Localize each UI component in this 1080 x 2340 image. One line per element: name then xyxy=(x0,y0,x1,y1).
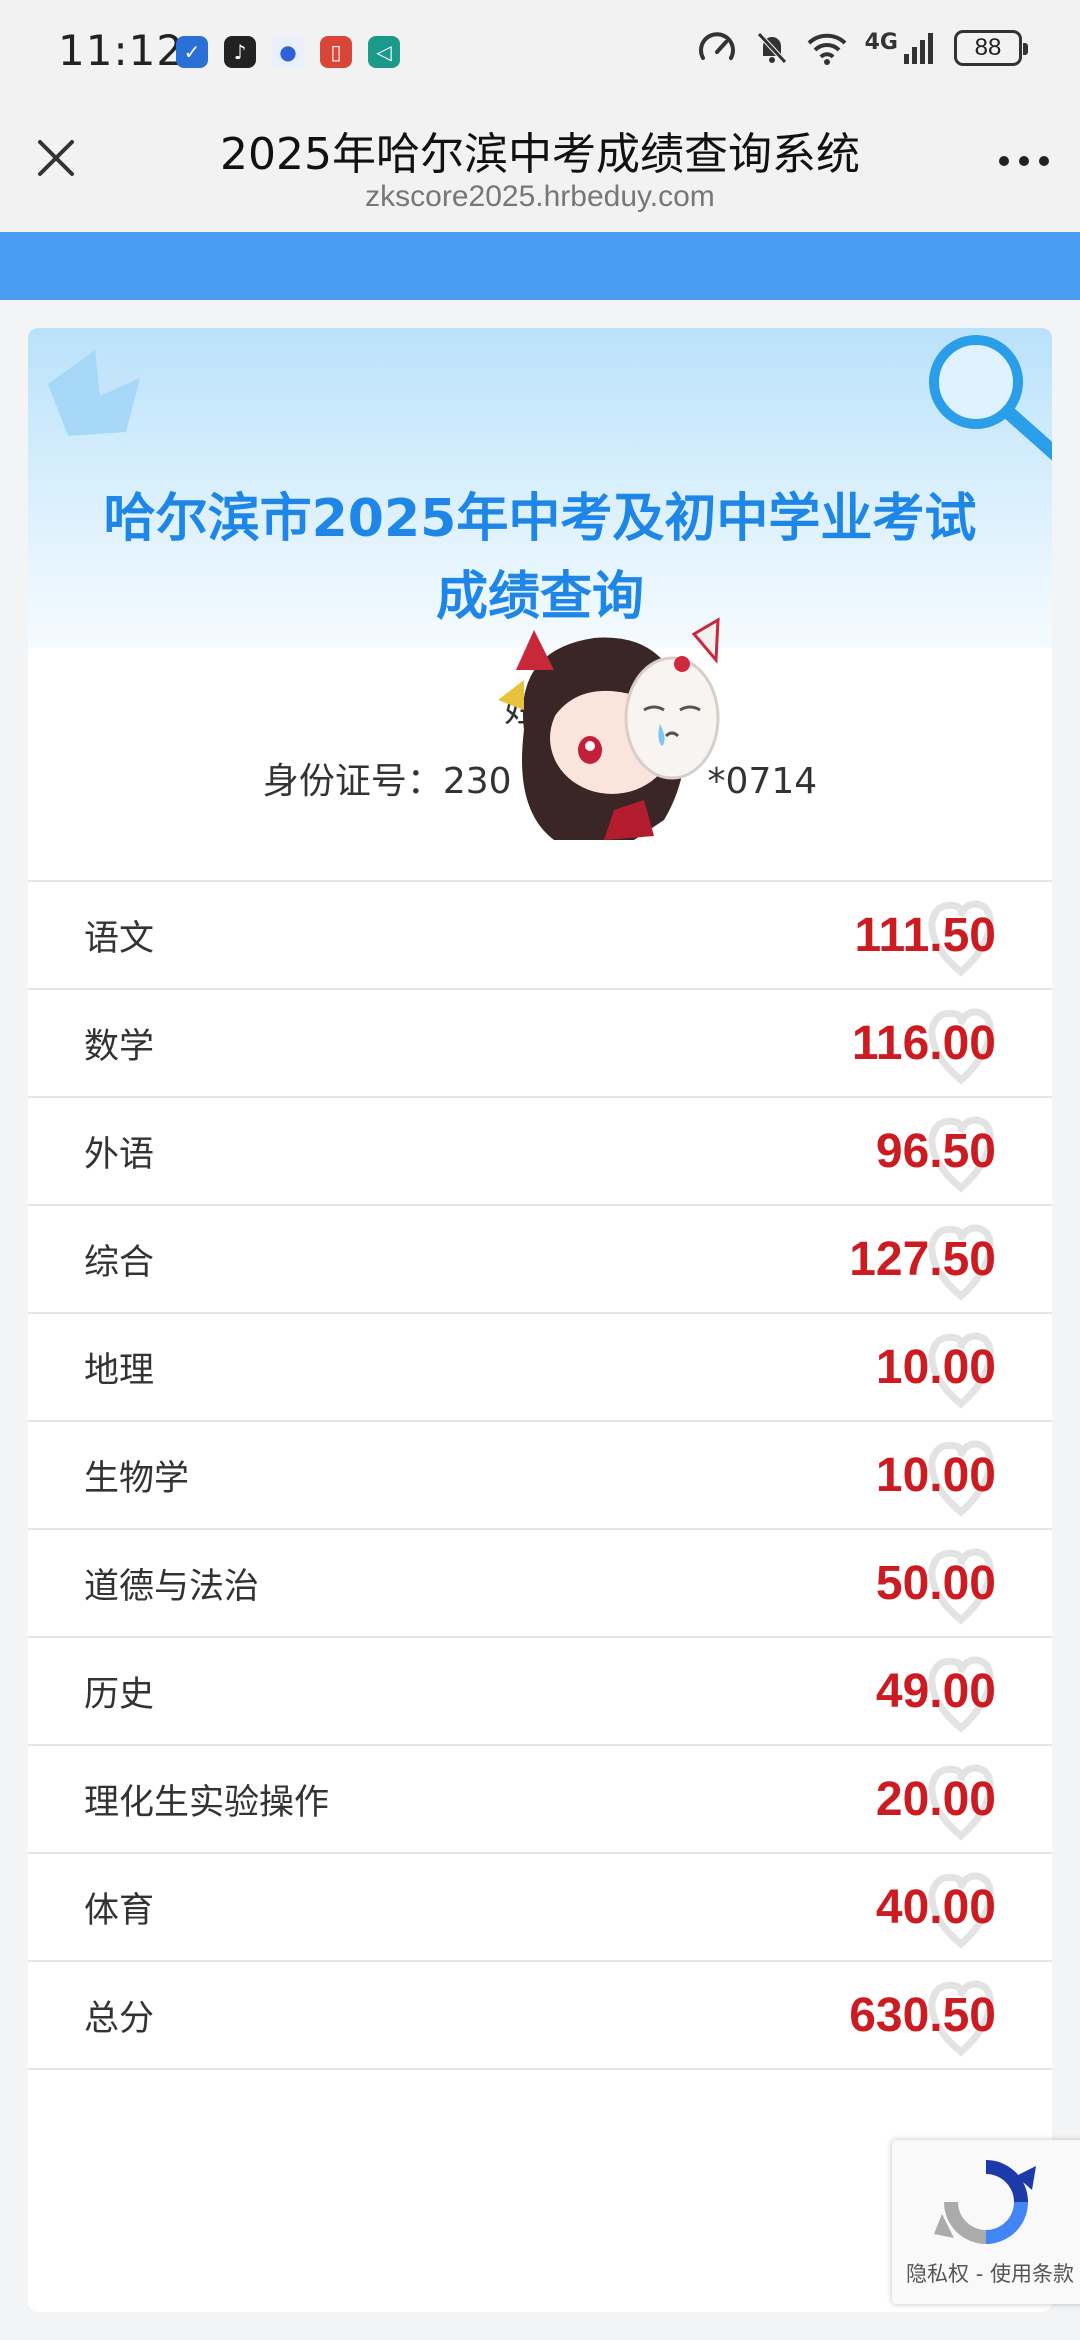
subject-label: 理化生实验操作 xyxy=(84,1782,330,1823)
more-button[interactable] xyxy=(994,136,1054,186)
recaptcha-terms[interactable]: 隐私权 - 使用条款 xyxy=(892,2258,1080,2288)
score-row: 综合 127.50 xyxy=(28,1206,1052,1314)
score-value: 49.00 xyxy=(875,1664,996,1718)
shield-app-icon: ✓ xyxy=(176,36,208,68)
score-row: 外语 96.50 xyxy=(28,1098,1052,1206)
subject-label: 语文 xyxy=(84,918,155,959)
card-heading-line1: 哈尔滨市2025年中考及初中学业考试 xyxy=(103,489,977,549)
score-row: 语文 111.50 xyxy=(28,882,1052,990)
score-value: 116.00 xyxy=(851,1016,996,1070)
score-row: 生物学 10.00 xyxy=(28,1422,1052,1530)
page-url: zkscore2025.hrbeduy.com xyxy=(365,180,715,213)
score-value: 127.50 xyxy=(849,1232,996,1286)
signal-icon xyxy=(904,33,933,64)
score-row: 体育 40.00 xyxy=(28,1854,1052,1962)
score-value: 10.00 xyxy=(875,1448,996,1502)
browser-header: 2025年哈尔滨中考成绩查询系统 zkscore2025.hrbeduy.com xyxy=(0,100,1080,232)
subject-label: 生物学 xyxy=(84,1458,190,1499)
mute-bell-icon xyxy=(756,32,787,64)
subject-label: 外语 xyxy=(84,1134,155,1175)
wifi-icon xyxy=(807,33,847,65)
subject-label: 道德与法治 xyxy=(84,1566,260,1607)
score-value: 20.00 xyxy=(875,1772,996,1826)
subject-label: 综合 xyxy=(84,1242,155,1283)
score-value: 10.00 xyxy=(875,1340,996,1394)
score-value: 40.00 xyxy=(875,1880,996,1934)
status-bar: 11:12 ✓ ♪ ● ▯ ◁ 4G 88 xyxy=(0,0,1080,100)
speed-icon xyxy=(698,32,735,60)
music-app-icon: ♪ xyxy=(224,36,256,68)
book-app-icon: ▯ xyxy=(320,36,352,68)
battery-indicator: 88 xyxy=(954,30,1028,66)
page-banner-strip xyxy=(0,232,1080,300)
subject-label: 总分 xyxy=(84,1998,155,2039)
subject-label: 地理 xyxy=(84,1350,155,1391)
id-label: 身份证号： xyxy=(262,761,443,802)
subject-label: 历史 xyxy=(84,1674,155,1715)
score-value: 111.50 xyxy=(854,908,996,962)
status-app-icons: ✓ ♪ ● ▯ ◁ xyxy=(176,36,400,68)
network-type: 4G xyxy=(864,30,898,55)
score-row: 理化生实验操作 20.00 xyxy=(28,1746,1052,1854)
status-time: 11:12 xyxy=(58,26,185,75)
status-indicators: 4G 88 xyxy=(697,30,1028,66)
recaptcha-icon xyxy=(934,2160,1036,2244)
play-app-icon: ◁ xyxy=(368,36,400,68)
baidu-app-icon: ● xyxy=(272,36,304,68)
score-row: 道德与法治 50.00 xyxy=(28,1530,1052,1638)
close-button[interactable] xyxy=(28,130,84,186)
magnifier-decoration-icon xyxy=(929,335,1052,461)
subject-label: 体育 xyxy=(84,1890,155,1931)
score-row: 地理 10.00 xyxy=(28,1314,1052,1422)
score-value: 50.00 xyxy=(875,1556,996,1610)
score-row: 数学 116.00 xyxy=(28,990,1052,1098)
score-row: 总分 630.50 xyxy=(28,1962,1052,2070)
score-value: 630.50 xyxy=(849,1988,996,2042)
subject-label: 数学 xyxy=(84,1026,155,1067)
close-icon xyxy=(38,140,74,176)
cube-decoration-icon xyxy=(48,350,140,436)
result-card: 哈尔滨市2025年中考及初中学业考试 成绩查询 姓名 身份证号：230*0714… xyxy=(28,328,1052,2312)
recaptcha-badge[interactable]: 隐私权 - 使用条款 xyxy=(892,2140,1080,2304)
score-value: 96.50 xyxy=(875,1124,996,1178)
chibi-sticker xyxy=(498,617,720,840)
score-row: 历史 49.00 xyxy=(28,1638,1052,1746)
more-icon xyxy=(999,156,1049,166)
page-title: 2025年哈尔滨中考成绩查询系统 xyxy=(220,129,860,180)
score-table: 语文 111.50 数学 116.00 外语 96.50 综合 127.50 地理 10.00 生物… xyxy=(28,880,1052,2070)
